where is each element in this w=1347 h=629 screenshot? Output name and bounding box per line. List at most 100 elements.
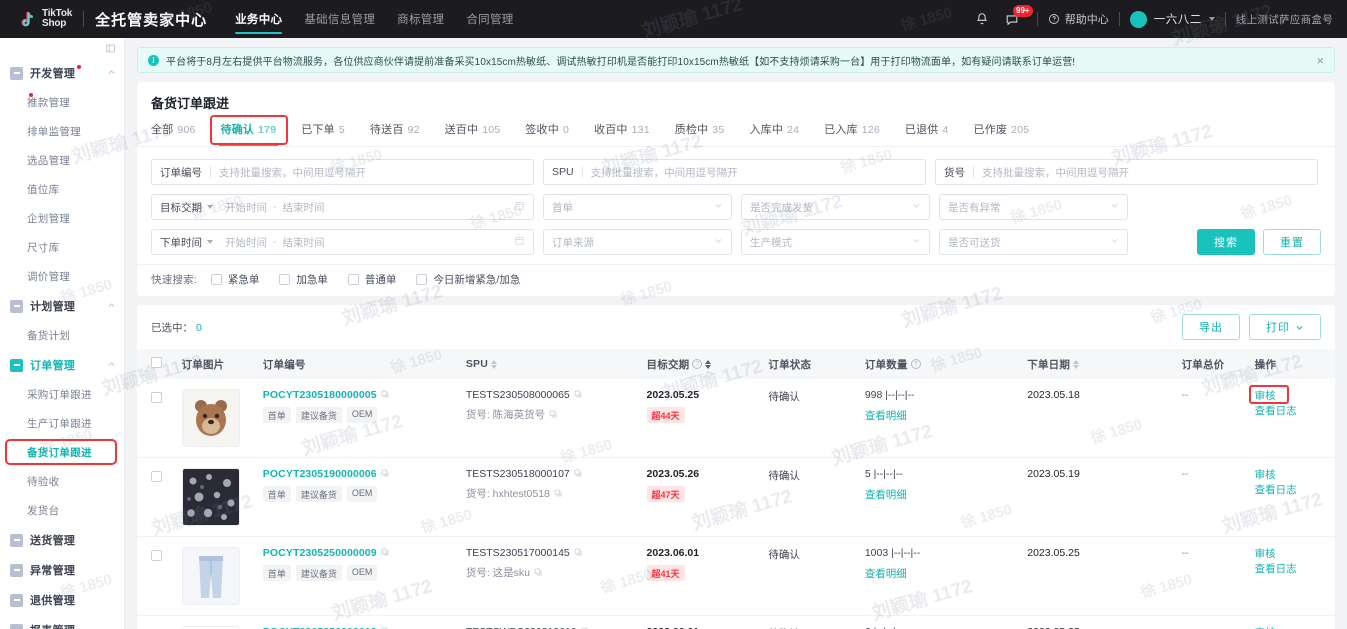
order-source-select[interactable]: 订单来源 <box>543 229 732 255</box>
search-button[interactable]: 搜索 <box>1197 229 1255 255</box>
table-row[interactable]: POCYT2305180000005 首单 建议备货 OEM TESTS23050800… <box>137 379 1335 458</box>
chevron-up-icon[interactable] <box>107 297 116 315</box>
chevron-down-icon[interactable] <box>207 240 213 244</box>
top-nav-item-1[interactable]: 基础信息管理 <box>304 0 375 38</box>
chevron-up-icon[interactable] <box>107 64 116 82</box>
sidebar-group-0[interactable]: 开发管理 <box>0 58 124 88</box>
shipped-status-select[interactable]: 是否完成发货 <box>741 194 930 220</box>
tab-5[interactable]: 签收中 0 <box>525 121 569 146</box>
sidebar-item-2-0[interactable]: 采购订单跟进 <box>0 380 124 409</box>
action-link-1[interactable]: 查看日志 <box>1255 404 1329 419</box>
sidebar-group-1[interactable]: 计划管理 <box>0 291 124 321</box>
tiktok-shop-logo[interactable]: TikTok Shop <box>16 8 72 30</box>
abnormal-status-select[interactable]: 是否有异常 <box>939 194 1128 220</box>
info-icon[interactable]: ? <box>692 359 703 369</box>
copy-icon[interactable] <box>574 468 582 480</box>
row-checkbox[interactable] <box>151 550 162 561</box>
tab-3[interactable]: 待送百 92 <box>370 121 420 146</box>
shop-name-label[interactable]: 线上测试萨应商盒号 <box>1236 12 1333 27</box>
top-nav-item-2[interactable]: 商标管理 <box>397 0 444 38</box>
sidebar-item-0-3[interactable]: 值位库 <box>0 175 124 204</box>
order-no-input[interactable]: 订单编号 支持批量搜索，中间用逗号隔开 <box>151 159 534 185</box>
print-button[interactable]: 打印 <box>1249 314 1321 340</box>
sidebar-group-6[interactable]: 报表管理 <box>0 615 124 629</box>
order-date-range-picker[interactable]: 下单时间 开始时间 - 结束时间 <box>151 229 534 255</box>
notifications-bell-icon[interactable] <box>967 4 997 34</box>
product-thumbnail[interactable] <box>181 468 240 526</box>
tab-10[interactable]: 已退供 4 <box>905 121 949 146</box>
tab-6[interactable]: 收百中 131 <box>594 121 650 146</box>
chevron-up-icon[interactable] <box>107 356 116 374</box>
checkbox[interactable] <box>416 274 428 285</box>
tab-0[interactable]: 全部 906 <box>151 121 196 146</box>
messages-icon[interactable]: 99+ <box>997 4 1033 34</box>
top-nav-item-0[interactable]: 业务中心 <box>235 0 283 38</box>
sidebar-item-1-0[interactable]: 备货计划 <box>0 321 124 350</box>
copy-icon[interactable] <box>534 567 542 579</box>
order-number-link[interactable]: POCYT2305190000006 <box>263 468 377 480</box>
product-thumbnail[interactable] <box>181 389 240 447</box>
sidebar-item-0-6[interactable]: 调价管理 <box>0 262 124 291</box>
close-icon[interactable]: × <box>1306 53 1324 68</box>
sort-icon[interactable] <box>1073 359 1080 369</box>
order-date-end[interactable]: 结束时间 <box>283 235 325 250</box>
tab-2[interactable]: 已下单 5 <box>301 121 345 146</box>
chevron-down-icon[interactable] <box>207 205 213 209</box>
sidebar-item-0-2[interactable]: 选品管理 <box>0 146 124 175</box>
sidebar-item-0-0[interactable]: 推款管理 <box>0 88 124 117</box>
reset-button[interactable]: 重置 <box>1263 229 1321 255</box>
order-number-link[interactable]: POCYT2305180000005 <box>263 389 377 401</box>
view-detail-link[interactable]: 查看明细 <box>865 566 1015 581</box>
sidebar-collapse-button[interactable] <box>0 38 124 58</box>
sidebar-item-2-3[interactable]: 待验收 <box>0 467 124 496</box>
table-row[interactable]: POCYT2305250000013首单建议备货OEMTESTSWDS23021… <box>137 615 1335 629</box>
copy-icon[interactable] <box>554 488 562 500</box>
sidebar-item-0-5[interactable]: 尺寸库 <box>0 233 124 262</box>
target-date-range-picker[interactable]: 目标交期 开始时间 - 结束时间 <box>151 194 534 220</box>
action-link-0[interactable]: 审核 <box>1255 468 1329 483</box>
help-center-button[interactable]: 帮助中心 <box>1048 11 1109 27</box>
sidebar-group-3[interactable]: 送货管理 <box>0 525 124 555</box>
action-link-1[interactable]: 查看日志 <box>1255 562 1329 577</box>
first-order-select[interactable]: 首单 <box>543 194 732 220</box>
export-button[interactable]: 导出 <box>1182 314 1240 340</box>
order-date-start[interactable]: 开始时间 <box>225 235 267 250</box>
checkbox[interactable] <box>347 274 359 285</box>
row-checkbox[interactable] <box>151 471 162 482</box>
sidebar-group-2[interactable]: 订单管理 <box>0 350 124 380</box>
copy-icon[interactable] <box>574 547 582 559</box>
checkbox[interactable] <box>279 274 291 285</box>
user-account-menu[interactable]: 一六八二 <box>1129 10 1215 28</box>
calendar-icon[interactable] <box>508 200 525 214</box>
tab-1[interactable]: 待确认 179 <box>218 121 278 146</box>
action-link-0[interactable]: 审核 <box>1255 547 1329 562</box>
tab-7[interactable]: 质检中 35 <box>675 121 725 146</box>
copy-icon[interactable] <box>381 468 389 480</box>
view-detail-link[interactable]: 查看明细 <box>865 408 1015 423</box>
copy-icon[interactable] <box>381 389 389 401</box>
deliverable-select[interactable]: 是否可送货 <box>939 229 1128 255</box>
spu-input[interactable]: SPU 支持批量搜索，中间用逗号隔开 <box>543 159 926 185</box>
quick-search-option-1[interactable]: 加急单 <box>279 272 328 287</box>
tab-11[interactable]: 已作废 205 <box>974 121 1030 146</box>
copy-icon[interactable] <box>381 547 389 559</box>
target-date-end[interactable]: 结束时间 <box>283 200 325 215</box>
quick-search-option-0[interactable]: 紧急单 <box>210 272 259 287</box>
table-row[interactable]: POCYT2305250000009 首单 建议备货 OEM TESTS23051700… <box>137 536 1335 616</box>
sidebar-item-2-2[interactable]: 备货订单跟进 <box>0 438 124 467</box>
checkbox[interactable] <box>210 274 222 285</box>
row-checkbox[interactable] <box>151 392 162 403</box>
target-date-start[interactable]: 开始时间 <box>225 200 267 215</box>
copy-icon[interactable] <box>574 389 582 401</box>
view-detail-link[interactable]: 查看明细 <box>865 487 1015 502</box>
production-mode-select[interactable]: 生产模式 <box>741 229 930 255</box>
quick-search-option-3[interactable]: 今日新增紧急/加急 <box>416 272 520 287</box>
copy-icon[interactable] <box>549 409 557 421</box>
sidebar-item-2-1[interactable]: 生产订单跟进 <box>0 409 124 438</box>
sidebar-group-4[interactable]: 异常管理 <box>0 555 124 585</box>
quick-search-option-2[interactable]: 普通单 <box>347 272 396 287</box>
sidebar-item-2-4[interactable]: 发货台 <box>0 496 124 525</box>
sidebar-item-0-4[interactable]: 企划管理 <box>0 204 124 233</box>
product-thumbnail[interactable] <box>181 547 240 605</box>
tab-9[interactable]: 已入库 126 <box>824 121 880 146</box>
